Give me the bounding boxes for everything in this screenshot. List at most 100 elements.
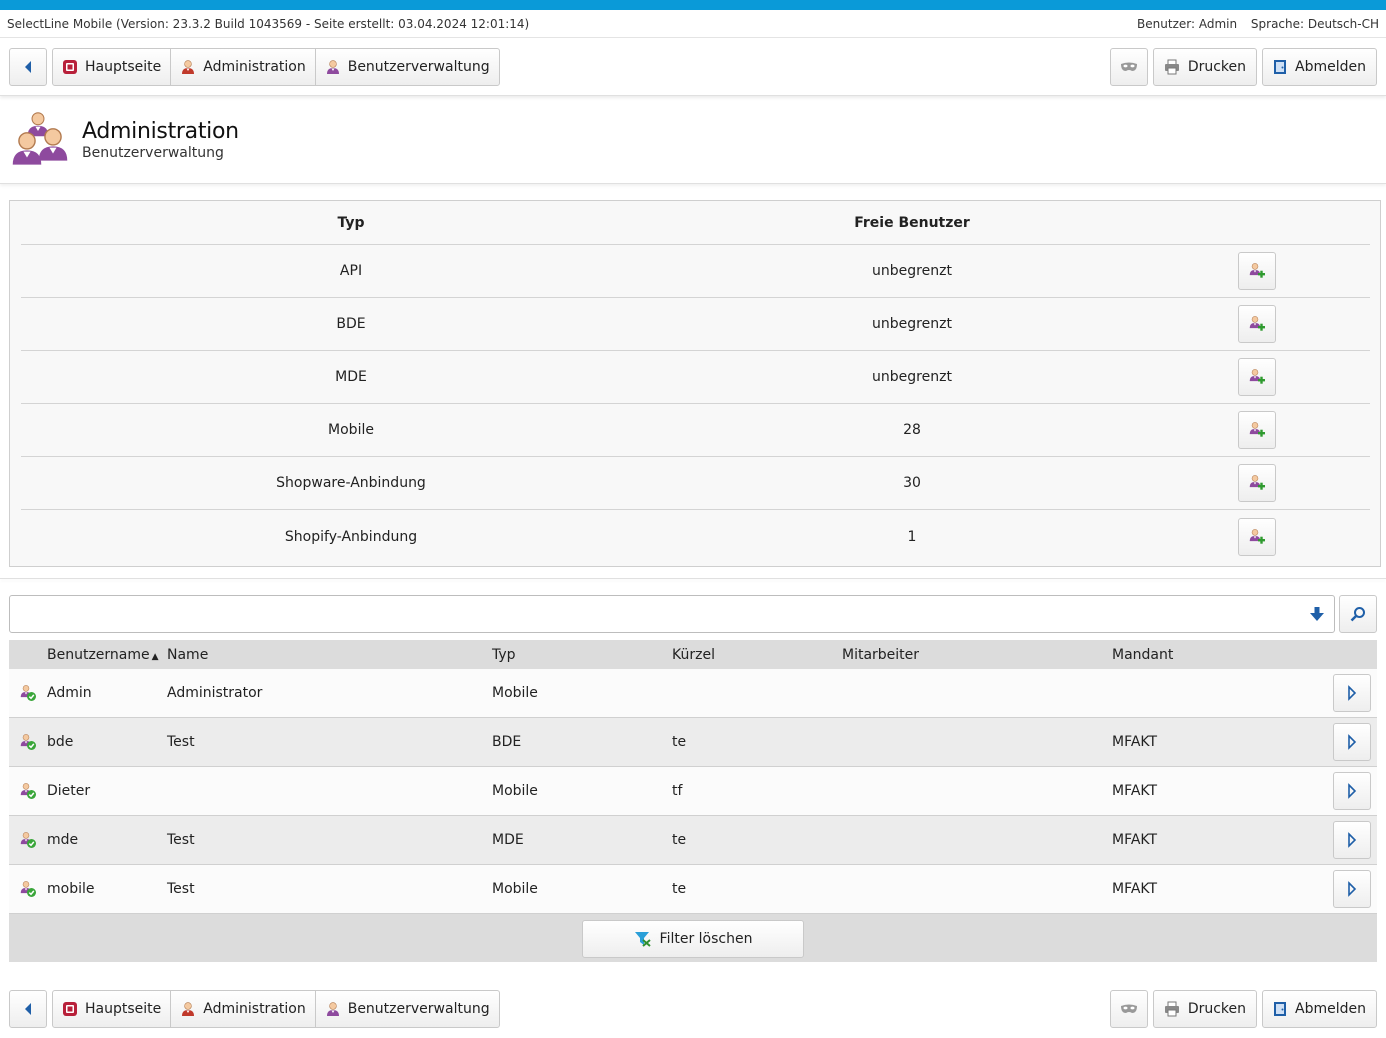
mask-icon — [1120, 1004, 1137, 1013]
page-title: Administration — [82, 118, 239, 144]
user-row[interactable]: Dieter Mobile tf MFAKT — [9, 767, 1377, 816]
license-table: Typ Freie Benutzer API unbegrenzt BDE unbeg… — [21, 201, 1370, 563]
search-input[interactable] — [10, 596, 1334, 632]
license-panel: Typ Freie Benutzer API unbegrenzt BDE unbeg… — [9, 200, 1381, 567]
add-user-button[interactable] — [1237, 464, 1276, 502]
filter-clear-icon — [634, 931, 651, 947]
column-header-kuerzel[interactable]: Kürzel — [672, 647, 842, 663]
license-free-users: 1 — [907, 528, 917, 545]
bottom-navbar: Hauptseite Administration Benutzerverwal… — [0, 980, 1386, 1038]
current-language: Sprache: Deutsch-CH — [1250, 16, 1379, 31]
breadcrumb-hauptseite[interactable]: Hauptseite — [53, 991, 172, 1027]
license-row: MDE unbegrenzt — [21, 351, 1370, 404]
logout-door-icon — [1274, 1002, 1287, 1016]
cell-mandant: MFAKT — [1112, 734, 1158, 750]
breadcrumb-label: Administration — [203, 1001, 306, 1017]
logout-label: Abmelden — [1295, 58, 1366, 75]
add-user-icon — [1248, 474, 1265, 490]
license-free-users: 30 — [903, 475, 921, 491]
column-header-mandant[interactable]: Mandant — [1112, 647, 1333, 663]
user-row[interactable]: bde Test BDE te MFAKT — [9, 718, 1377, 767]
mask-button[interactable] — [1109, 47, 1148, 86]
home-icon — [63, 1002, 77, 1016]
column-header-mitarbeiter[interactable]: Mitarbeiter — [842, 647, 1112, 663]
license-typ: Shopify-Anbindung — [284, 528, 418, 545]
license-free-users: 28 — [903, 422, 921, 438]
cell-typ: BDE — [492, 734, 522, 750]
user-row[interactable]: mde Test MDE te MFAKT — [9, 816, 1377, 865]
cell-kuerzel: te — [672, 881, 687, 897]
mask-button[interactable] — [1109, 990, 1148, 1028]
column-header-name[interactable]: Name — [167, 647, 492, 663]
user-row[interactable]: mobile Test Mobile te MFAKT — [9, 865, 1377, 914]
user-row[interactable]: Admin Administrator Mobile — [9, 669, 1377, 718]
top-navbar: Hauptseite Administration Benutzerverwal… — [0, 38, 1386, 96]
back-button[interactable] — [9, 47, 47, 86]
column-header-typ[interactable]: Typ — [492, 647, 672, 663]
open-user-button[interactable] — [1333, 870, 1371, 908]
cell-benutzername: bde — [47, 734, 74, 750]
version-info: SelectLine Mobile (Version: 23.3.2 Build… — [7, 16, 530, 31]
chevron-right-icon — [1348, 783, 1357, 799]
column-header-freie-benutzer: Freie Benutzer — [854, 214, 970, 231]
cell-typ: Mobile — [492, 685, 538, 701]
open-user-button[interactable] — [1333, 674, 1371, 712]
print-button[interactable]: Drucken — [1152, 47, 1258, 86]
license-typ: API — [339, 263, 363, 279]
breadcrumb-label: Benutzerverwaltung — [347, 58, 490, 75]
cell-mandant: MFAKT — [1112, 832, 1158, 848]
add-user-button[interactable] — [1237, 411, 1276, 449]
search-icon — [1350, 607, 1365, 622]
open-user-button[interactable] — [1333, 772, 1371, 810]
back-button[interactable] — [9, 990, 47, 1028]
open-user-button[interactable] — [1333, 723, 1371, 761]
breadcrumb: Hauptseite Administration Benutzerverwal… — [52, 990, 500, 1028]
logout-button[interactable]: Abmelden — [1262, 990, 1377, 1028]
license-typ: Mobile — [328, 422, 374, 438]
user-table-body: Admin Administrator Mobile bde Test BDE te MFAK… — [9, 669, 1377, 914]
back-arrow-icon — [25, 60, 31, 73]
cell-benutzername: mobile — [47, 881, 95, 897]
cell-benutzername: Dieter — [47, 783, 91, 799]
breadcrumb-label: Hauptseite — [85, 58, 162, 75]
license-free-users: unbegrenzt — [872, 369, 952, 385]
printer-icon — [1164, 59, 1179, 74]
breadcrumb-benutzerverwaltung[interactable]: Benutzerverwaltung — [316, 991, 499, 1027]
print-button[interactable]: Drucken — [1152, 990, 1258, 1028]
logout-button[interactable]: Abmelden — [1262, 47, 1377, 86]
logout-label: Abmelden — [1295, 1001, 1366, 1017]
logout-door-icon — [1274, 59, 1287, 74]
breadcrumb-benutzerverwaltung[interactable]: Benutzerverwaltung — [316, 49, 499, 85]
license-row: Mobile 28 — [21, 404, 1370, 457]
clear-filter-button[interactable]: Filter löschen — [582, 919, 804, 958]
search-button[interactable] — [1339, 595, 1377, 633]
open-user-button[interactable] — [1333, 821, 1371, 859]
license-row: API unbegrenzt — [21, 245, 1370, 298]
section-divider — [0, 578, 1386, 579]
cell-typ: MDE — [492, 832, 524, 848]
user-active-icon — [20, 831, 36, 848]
current-user: Benutzer: Admin — [1137, 16, 1238, 31]
add-user-button[interactable] — [1237, 305, 1276, 343]
cell-mandant: MFAKT — [1112, 881, 1158, 897]
add-user-button[interactable] — [1237, 252, 1276, 290]
page-header: Administration Benutzerverwaltung — [0, 96, 1386, 184]
add-user-button[interactable] — [1237, 358, 1276, 396]
dropdown-arrow-icon[interactable] — [1310, 607, 1324, 621]
breadcrumb: Hauptseite Administration Benutzerverwal… — [52, 47, 500, 86]
breadcrumb-administration[interactable]: Administration — [171, 991, 316, 1027]
breadcrumb-administration[interactable]: Administration — [171, 48, 316, 85]
add-user-button[interactable] — [1237, 517, 1276, 556]
chevron-right-icon — [1348, 734, 1357, 750]
breadcrumb-hauptseite[interactable]: Hauptseite — [53, 48, 172, 85]
cell-typ: Mobile — [492, 881, 538, 897]
top-accent-bar — [0, 0, 1386, 10]
column-header-label: Benutzername — [47, 646, 150, 663]
column-header-benutzername[interactable]: Benutzername ▲ — [47, 647, 167, 663]
chevron-right-icon — [1348, 881, 1357, 897]
cell-typ: Mobile — [492, 783, 538, 799]
cell-name: Test — [167, 734, 195, 750]
search-field[interactable] — [9, 595, 1335, 633]
user-management-icon — [325, 59, 341, 75]
print-label: Drucken — [1187, 58, 1247, 75]
